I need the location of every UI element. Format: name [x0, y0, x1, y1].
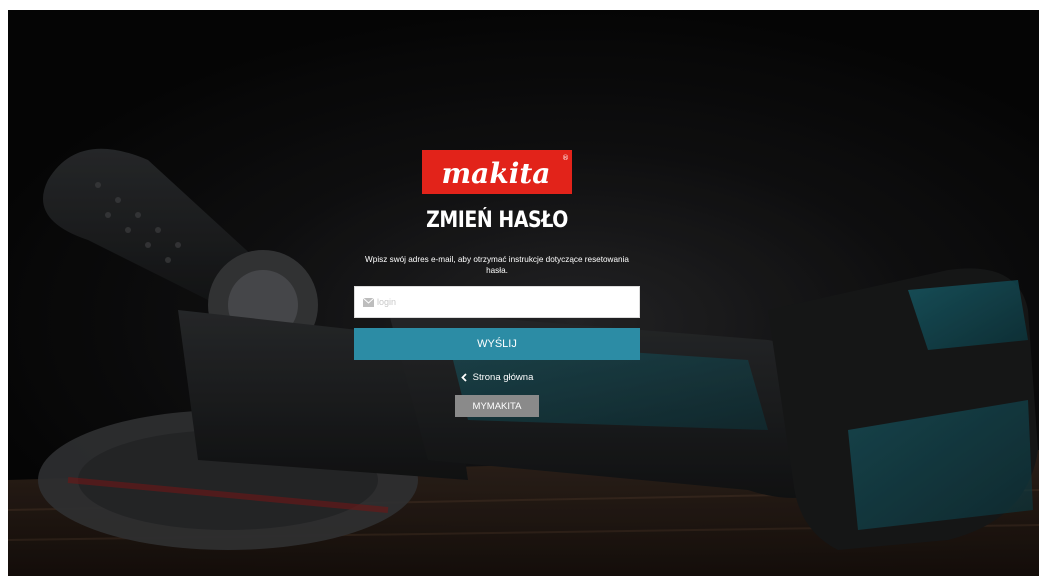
logo-wordmark: makita	[442, 157, 551, 190]
instructions-text: Wpisz swój adres e-mail, aby otrzymać in…	[365, 255, 629, 275]
makita-logo: makita ®	[422, 150, 572, 194]
home-link[interactable]: Strona główna	[460, 372, 534, 383]
login-field[interactable]	[354, 286, 640, 318]
login-input[interactable]	[377, 287, 637, 317]
registered-mark: ®	[562, 154, 569, 162]
reset-password-panel: makita ® ZMIEŃ HASŁO Wpisz swój adres e-…	[354, 150, 640, 417]
mymakita-button[interactable]: MYMAKITA	[455, 395, 539, 417]
chevron-left-icon	[460, 373, 467, 382]
envelope-icon	[363, 298, 374, 307]
home-link-label: Strona główna	[472, 372, 534, 383]
page-title: ZMIEŃ HASŁO	[426, 208, 568, 233]
submit-button[interactable]: WYŚLIJ	[354, 328, 640, 360]
background-stage: makita ® ZMIEŃ HASŁO Wpisz swój adres e-…	[8, 10, 1039, 576]
